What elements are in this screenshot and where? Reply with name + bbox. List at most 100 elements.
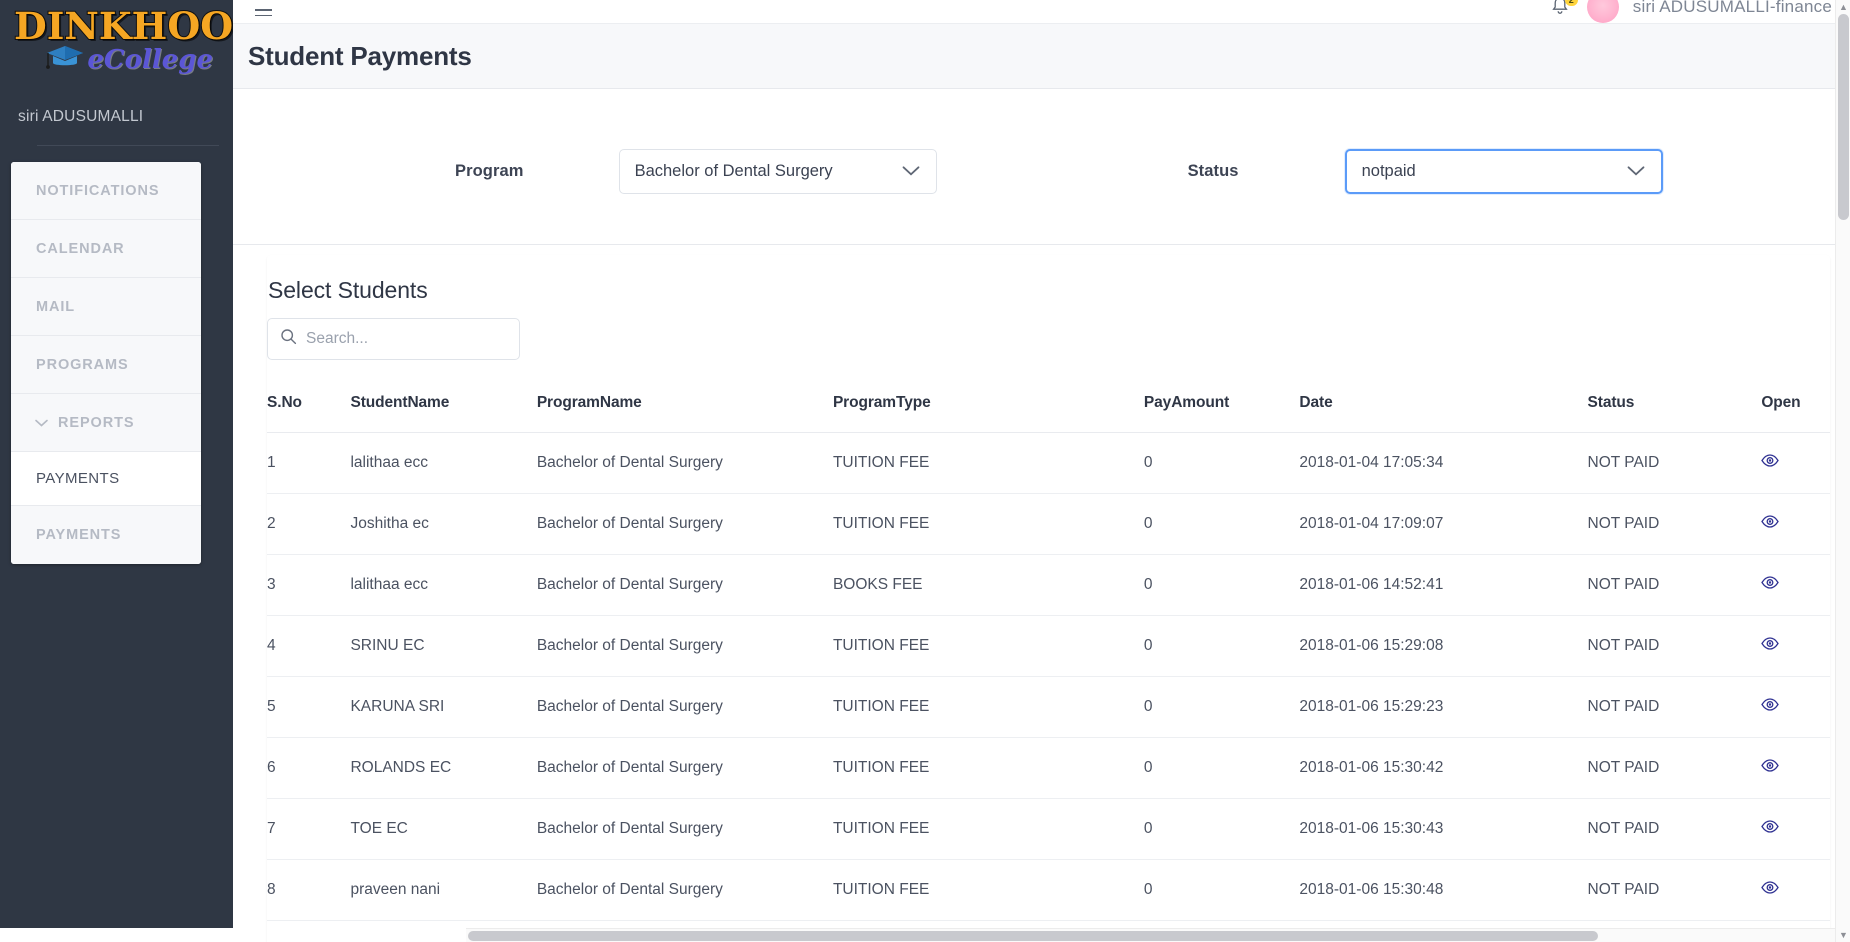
cell-studentname: SRINU EC: [350, 615, 537, 677]
column-header-open[interactable]: Open: [1761, 382, 1830, 433]
cell-date: 2018-01-06 14:52:41: [1299, 554, 1588, 616]
horizontal-scrollbar[interactable]: [466, 928, 1835, 942]
chevron-down-icon: [902, 162, 920, 181]
scroll-up-arrow[interactable]: ▲: [1839, 2, 1848, 12]
students-table-head: S.No StudentName ProgramName ProgramType…: [267, 382, 1830, 433]
eye-icon[interactable]: [1761, 637, 1780, 655]
cell-sno: 8: [267, 859, 351, 921]
sidebar-item-calendar[interactable]: CALENDAR: [11, 220, 201, 278]
cell-open: [1761, 737, 1830, 799]
table-row[interactable]: 1 lalithaa ecc Bachelor of Dental Surgery T…: [267, 432, 1830, 494]
table-row[interactable]: 4 SRINU EC Bachelor of Dental Surgery TUITI…: [267, 615, 1830, 677]
eye-icon[interactable]: [1761, 576, 1780, 594]
logo-primary-text: DINKHOO!: [13, 3, 233, 49]
horizontal-scrollbar-thumb[interactable]: [468, 931, 1598, 941]
column-header-studentname[interactable]: StudentName: [350, 382, 537, 433]
cell-date: 2018-01-06 15:30:42: [1299, 737, 1588, 799]
status-filter-group: Status notpaid: [1188, 149, 1663, 194]
window-scrollbar-thumb[interactable]: [1838, 14, 1849, 220]
column-header-payamount[interactable]: PayAmount: [1143, 382, 1300, 433]
table-row[interactable]: 2 Joshitha ec Bachelor of Dental Surgery TU…: [267, 493, 1830, 555]
cell-studentname: lalithaa ecc: [350, 432, 537, 494]
hamburger-icon[interactable]: [255, 7, 272, 17]
cell-status: NOT PAID: [1587, 493, 1762, 555]
cell-status: NOT PAID: [1587, 432, 1762, 494]
column-header-date[interactable]: Date: [1299, 382, 1588, 433]
cell-status: NOT PAID: [1587, 737, 1762, 799]
cell-programname: Bachelor of Dental Surgery: [536, 615, 833, 677]
chevron-down-icon: [1627, 162, 1645, 181]
sidebar-item-label: PROGRAMS: [36, 356, 129, 373]
cell-programtype: TUITION FEE: [832, 615, 1144, 677]
cell-studentname: praveen nani: [350, 859, 537, 921]
eye-icon[interactable]: [1761, 881, 1780, 899]
cell-open: [1761, 432, 1830, 494]
cell-programname: Bachelor of Dental Surgery: [536, 554, 833, 616]
eye-icon[interactable]: [1761, 515, 1780, 533]
cell-programname: Bachelor of Dental Surgery: [536, 493, 833, 555]
cell-open: [1761, 554, 1830, 616]
cell-studentname: Joshitha ec: [350, 493, 537, 555]
column-header-programtype[interactable]: ProgramType: [832, 382, 1144, 433]
scroll-down-arrow[interactable]: ▼: [1839, 930, 1848, 940]
sidebar-item-reports-payments[interactable]: PAYMENTS: [11, 452, 201, 506]
sidebar-item-notifications[interactable]: NOTIFICATIONS: [11, 162, 201, 220]
search-box[interactable]: [267, 318, 520, 360]
cell-programtype: TUITION FEE: [832, 737, 1144, 799]
eye-icon[interactable]: [1761, 759, 1780, 777]
column-header-programname[interactable]: ProgramName: [536, 382, 833, 433]
cell-open: [1761, 493, 1830, 555]
column-header-sno[interactable]: S.No: [267, 382, 351, 433]
sidebar-item-payments[interactable]: PAYMENTS: [11, 506, 201, 564]
sidebar-item-reports[interactable]: REPORTS: [11, 394, 201, 452]
sidebar-item-label: REPORTS: [58, 414, 135, 431]
sidebar-item-mail[interactable]: MAIL: [11, 278, 201, 336]
table-row[interactable]: 7 TOE EC Bachelor of Dental Surgery TUITION…: [267, 798, 1830, 860]
cell-programname: Bachelor of Dental Surgery: [536, 859, 833, 921]
eye-icon[interactable]: [1761, 820, 1780, 838]
avatar[interactable]: [1586, 0, 1619, 23]
sidebar-bottom-strip: [0, 928, 233, 942]
program-select[interactable]: Bachelor of Dental Surgery: [618, 149, 937, 194]
page-title: Student Payments: [248, 40, 472, 71]
table-row[interactable]: 3 lalithaa ecc Bachelor of Dental Surgery B…: [267, 554, 1830, 616]
table-row[interactable]: 8 praveen nani Bachelor of Dental Surgery T…: [267, 859, 1830, 921]
cell-programtype: TUITION FEE: [832, 493, 1144, 555]
table-row[interactable]: 6 ROLANDS EC Bachelor of Dental Surgery TUI…: [267, 737, 1830, 799]
filter-bar: Program Bachelor of Dental Surgery Statu…: [233, 89, 1850, 245]
cell-date: 2018-01-06 15:29:08: [1299, 615, 1588, 677]
sidebar-item-label: CALENDAR: [36, 240, 125, 257]
cell-programtype: TUITION FEE: [832, 432, 1144, 494]
window-vertical-scrollbar[interactable]: ▲ ▼: [1835, 0, 1850, 942]
table-row[interactable]: 5 KARUNA SRI Bachelor of Dental Surgery TUI…: [267, 676, 1830, 738]
cell-status: NOT PAID: [1587, 676, 1762, 738]
cell-sno: 1: [267, 432, 351, 494]
cell-status: NOT PAID: [1587, 798, 1762, 860]
cell-status: NOT PAID: [1587, 859, 1762, 921]
search-input[interactable]: [306, 330, 509, 348]
cell-studentname: lalithaa ecc: [350, 554, 537, 616]
cell-sno: 9: [267, 920, 351, 942]
graduation-cap-icon: [45, 44, 85, 75]
cell-date: 2018-01-06 15:30:43: [1299, 798, 1588, 860]
sidebar-item-programs[interactable]: PROGRAMS: [11, 336, 201, 394]
status-select[interactable]: notpaid: [1344, 149, 1663, 194]
cell-open: [1761, 676, 1830, 738]
cell-payamount: 0: [1143, 798, 1300, 860]
cell-status: NOT PAID: [1587, 615, 1762, 677]
cell-programtype: TUITION FEE: [832, 798, 1144, 860]
program-filter-group: Program Bachelor of Dental Surgery: [455, 149, 937, 194]
column-header-status[interactable]: Status: [1587, 382, 1762, 433]
brand-logo[interactable]: DINKHOO! eCollege: [0, 0, 233, 100]
eye-icon[interactable]: [1761, 454, 1780, 472]
cell-payamount: 0: [1143, 432, 1300, 494]
cell-sno: 6: [267, 737, 351, 799]
profile-name[interactable]: siri ADUSUMALLI-finance: [1633, 0, 1832, 17]
eye-icon[interactable]: [1761, 698, 1780, 716]
page-header: Student Payments: [233, 24, 1850, 89]
students-table: S.No StudentName ProgramName ProgramType…: [267, 382, 1830, 942]
sidebar-item-label: MAIL: [36, 298, 76, 315]
chevron-down-icon: [35, 415, 48, 431]
sidebar-user-name: siri ADUSUMALLI: [18, 108, 144, 125]
notifications-button[interactable]: 2: [1549, 0, 1578, 19]
